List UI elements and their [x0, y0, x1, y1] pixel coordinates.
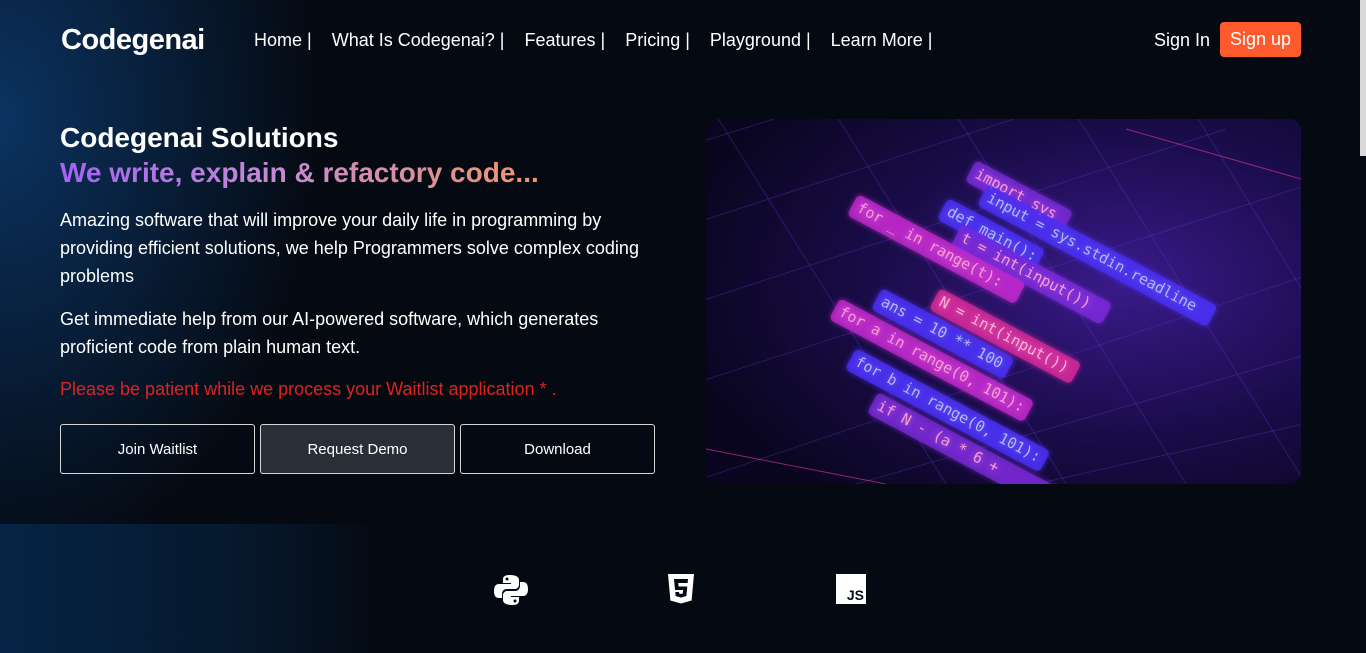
- request-demo-button[interactable]: Request Demo: [260, 424, 455, 474]
- python-icon: [494, 574, 528, 611]
- main-nav: Home | What Is Codegenai? | Features | P…: [254, 30, 952, 51]
- join-waitlist-button[interactable]: Join Waitlist: [60, 424, 255, 474]
- logo[interactable]: Codegenai: [61, 24, 205, 57]
- javascript-icon-label: JS: [846, 587, 864, 603]
- nav-features[interactable]: Features |: [524, 30, 605, 51]
- sign-up-button[interactable]: Sign up: [1220, 22, 1301, 57]
- sign-in-link[interactable]: Sign In: [1154, 30, 1210, 51]
- hero-code-image: import sys input = sys.stdin.readline de…: [706, 119, 1301, 484]
- nav-home[interactable]: Home |: [254, 30, 312, 51]
- waitlist-notice: Please be patient while we process your …: [60, 379, 557, 399]
- scrollbar-thumb[interactable]: [1360, 0, 1366, 156]
- hero-description-2: Get immediate help from our AI-powered s…: [60, 309, 599, 357]
- hero-title: Codegenai Solutions: [60, 122, 339, 153]
- hero-tagline: We write, explain & refactory code...: [60, 157, 539, 188]
- html5-icon: [668, 574, 694, 609]
- javascript-icon: JS: [836, 574, 866, 604]
- nav-what-is[interactable]: What Is Codegenai? |: [332, 30, 505, 51]
- download-button[interactable]: Download: [460, 424, 655, 474]
- hero-description: Amazing software that will improve your …: [60, 210, 639, 286]
- nav-playground[interactable]: Playground |: [710, 30, 811, 51]
- nav-learn-more[interactable]: Learn More |: [831, 30, 933, 51]
- nav-pricing[interactable]: Pricing |: [625, 30, 690, 51]
